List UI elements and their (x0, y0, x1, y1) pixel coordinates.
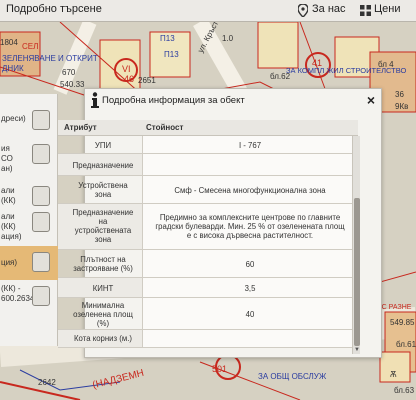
value-cell (142, 154, 352, 175)
scroll-thumb[interactable] (354, 198, 360, 346)
dialog-title: Подробна информация за обект (102, 95, 245, 106)
attr-green-area: озеленена площ (73, 310, 133, 319)
attr-zone-purpose: на (98, 217, 108, 226)
value-zone: Смф - Смесена многофункционална зона (174, 186, 326, 195)
value-kint: 3,5 (244, 284, 256, 293)
attr-upi: УПИ (94, 141, 112, 150)
map-label: П13 (160, 34, 175, 43)
value-zone-purpose: Предимно за комплексните центрове по гла… (159, 213, 341, 222)
map-label: СЕЛ (22, 42, 39, 51)
table-row: КИНТ 3,5 (58, 278, 358, 298)
map-label: 46 (124, 74, 135, 84)
attr-density: Плътност на (80, 255, 126, 264)
map-label: 1.0 (222, 34, 234, 43)
result-label: (КК) (1, 196, 16, 205)
attr-green-area: Минимална (81, 301, 125, 310)
person-icon (32, 252, 50, 272)
result-label: 600.2634 (1, 294, 35, 303)
result-label: али (1, 212, 15, 221)
attr-zone-purpose: Предназначение (72, 208, 134, 217)
result-item[interactable]: ия СО ан) (0, 138, 58, 178)
table-row: Минимална озеленена площ (%) 40 (58, 298, 358, 330)
attr-green-area: (%) (96, 319, 110, 328)
result-item[interactable]: дреси) (0, 104, 58, 138)
attr-density: застрояване (%) (73, 264, 133, 273)
result-label: дреси) (1, 114, 26, 123)
person-icon (32, 144, 50, 164)
result-label: ия (1, 144, 10, 153)
value-density: 60 (245, 260, 255, 269)
result-label: ан) (1, 164, 13, 173)
map-label: ЗА ОБЩ ОБСЛУЖ (258, 372, 327, 381)
map-label: 36 (395, 90, 404, 99)
search-results-panel: дреси) ия СО ан) али (КК) али (КК) ация)… (0, 94, 58, 346)
attr-zone-purpose: зона (94, 235, 112, 244)
map-label: 549.85 (390, 318, 415, 327)
person-icon (32, 286, 50, 306)
advanced-search-link[interactable]: Подробно търсене (6, 3, 102, 15)
info-icon (91, 92, 99, 108)
map-label: бл 4 (378, 60, 394, 69)
map-label: ЗЕЛЕНЯВАНЕ И ОТКРИТ (2, 54, 98, 63)
map-label: 2651 (138, 76, 156, 85)
table-row: УПИ I - 767 (58, 136, 358, 154)
dialog-header: Подробна информация за обект × (85, 89, 381, 111)
map-label: 9Кв (395, 102, 409, 111)
map-label: бл.61 (396, 340, 416, 349)
top-bar: Подробно търсене За нас Цени (0, 0, 416, 22)
attr-kint: КИНТ (92, 284, 114, 293)
grid-icon[interactable] (360, 5, 371, 16)
attr-zone: Устройствена (78, 181, 128, 190)
close-button[interactable]: × (367, 92, 375, 108)
attr-zone-purpose: устройствената (74, 226, 132, 235)
person-icon (32, 186, 50, 206)
value-zone-purpose: градски булеварди. Мин. 25 % от озеленен… (155, 222, 345, 231)
result-label: СО (1, 154, 13, 163)
result-label: ция) (1, 258, 18, 267)
scroll-down-arrow-icon[interactable]: ▼ (353, 346, 361, 354)
column-header-attribute: Атрибут (64, 123, 97, 132)
column-header-value: Стойност (146, 123, 184, 132)
result-item[interactable]: али (КК) ация) (0, 206, 58, 246)
result-item-selected[interactable]: ция) (0, 246, 58, 280)
value-upi: I - 767 (238, 141, 262, 150)
map-label: ДНИК (2, 64, 24, 73)
table-header: Атрибут Стойност (58, 120, 358, 136)
table-row: Плътност на застрояване (%) 60 (58, 250, 358, 278)
map-label: бл.62 (270, 72, 291, 81)
value-cell (142, 330, 352, 347)
map-label: 501 (212, 364, 228, 374)
result-label: али (1, 186, 15, 195)
map-label: 2642 (38, 378, 56, 387)
result-label: (КК) - (1, 284, 21, 293)
table-row: Предназначение на устройствената зона Пр… (58, 204, 358, 250)
attr-purpose: Предназначение (72, 161, 134, 170)
prices-link[interactable]: Цени (374, 3, 400, 15)
attr-zone: зона (94, 190, 112, 199)
result-item[interactable]: (КК) - 600.2634 (0, 280, 58, 314)
value-zone-purpose: е с висока дървесна растителност. (186, 231, 314, 240)
result-label: (КК) (1, 222, 16, 231)
value-green-area: 40 (245, 310, 255, 319)
result-label: ация) (1, 232, 22, 241)
attr-cornice: Кота корниз (м.) (74, 334, 132, 343)
map-label: П13 (164, 50, 179, 59)
map-label: 540.33 (60, 80, 85, 89)
table-row: Предназначение (58, 154, 358, 176)
person-icon (32, 212, 50, 232)
location-pin-icon[interactable] (298, 4, 308, 17)
table-row: Устройствена зона Смф - Смесена многофун… (58, 176, 358, 204)
map-label: бл.63 (394, 386, 415, 395)
map-label: 1804 (0, 38, 18, 47)
dialog-scrollbar[interactable]: ▼ (352, 136, 360, 354)
map-label: 670 (62, 68, 76, 77)
table-row: Кота корниз (м.) (58, 330, 358, 348)
map-label: Ѫ (390, 370, 397, 379)
person-icon (32, 110, 50, 130)
map-label: VI (122, 64, 131, 74)
about-us-link[interactable]: За нас (312, 3, 346, 15)
